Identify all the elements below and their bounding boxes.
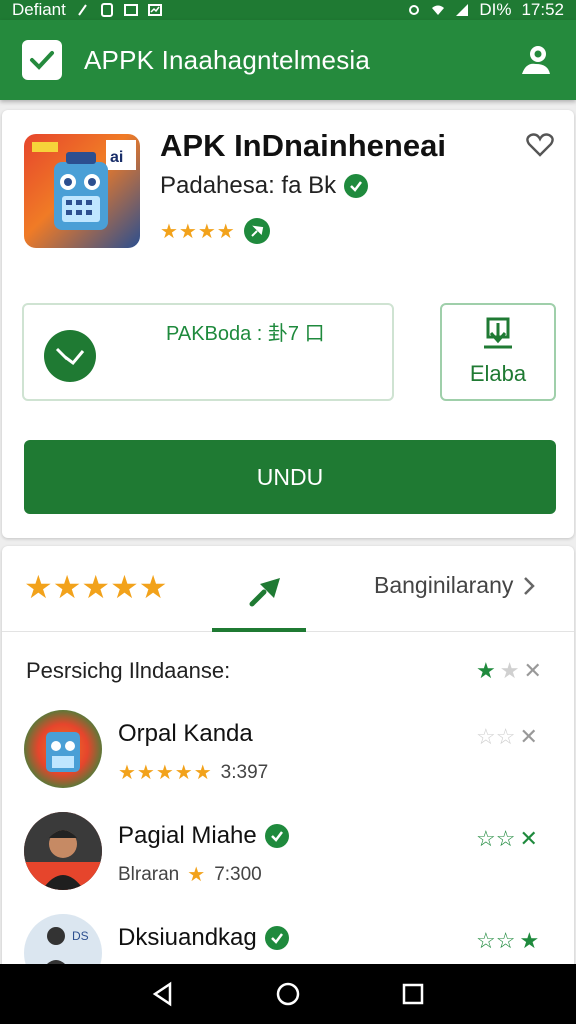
list-item[interactable]: Pagial Miahe Blraran ★ 7:300 ☆☆ ✕: [2, 808, 574, 908]
app-bar-title: APPK Inaahagntelmesia: [84, 44, 371, 75]
star-outline-icon[interactable]: ☆☆: [476, 928, 515, 954]
flag-button[interactable]: Elaba: [440, 303, 556, 401]
pin-badge-icon[interactable]: [243, 218, 270, 244]
section-heading: Pesrsichg Ilndaanse:: [26, 658, 231, 683]
item-stars: ★: [187, 864, 207, 886]
item-actions: ☆☆ ✕: [476, 826, 538, 852]
check-icon: [30, 51, 54, 70]
shield-icon: [100, 3, 113, 17]
svg-text:DS: DS: [72, 929, 89, 943]
star-icon[interactable]: ★: [476, 658, 496, 684]
download-button[interactable]: UNDU: [24, 440, 556, 514]
app-bar: APPK Inaahagntelmesia: [0, 20, 576, 100]
close-icon[interactable]: ✕: [523, 658, 541, 684]
item-name: Orpal Kanda: [118, 720, 253, 747]
clock: 17:52: [521, 0, 564, 19]
verified-icon: [264, 824, 289, 848]
item-name-row: Pagial Miahe: [118, 822, 289, 850]
carrier-label: Defiant: [12, 0, 66, 19]
rating-stars: ★★★★: [160, 220, 236, 243]
info-panel[interactable]: PAKBoda : 卦7 口: [22, 303, 394, 401]
heading-actions: ★ ★ ✕: [476, 658, 542, 684]
star-outline-icon[interactable]: ☆☆: [476, 826, 515, 852]
back-icon[interactable]: [150, 981, 176, 1007]
notification-icon: [78, 4, 87, 16]
tab-more[interactable]: Banginilarany: [374, 572, 536, 599]
app-detail-card: ai APK InDnainheneai Padahesa: fa Bk ★★★…: [2, 110, 574, 538]
tab-pin-icon[interactable]: [246, 570, 286, 610]
download-box-icon: [484, 317, 512, 349]
profile-icon[interactable]: [518, 42, 554, 78]
app-name: APK InDnainheneai: [160, 128, 446, 163]
item-actions: ☆☆ ★: [476, 928, 539, 954]
flag-label: Elaba: [469, 361, 527, 386]
item-name: Dksiuandkag: [118, 924, 257, 951]
star-outline-icon[interactable]: ★: [500, 658, 520, 684]
item-count: 7:300: [214, 863, 262, 885]
developer-row[interactable]: Padahesa: fa Bk: [160, 172, 369, 200]
verified-icon: [264, 926, 289, 950]
close-icon[interactable]: ✕: [519, 724, 537, 750]
vibrate-icon: [409, 5, 420, 15]
item-name-row: Dksiuandkag: [118, 924, 289, 952]
tab-rating[interactable]: ★★★★★: [24, 568, 167, 606]
avatar: [24, 812, 102, 890]
navigation-bar: [0, 964, 576, 1024]
item-meta: ★★★★★ 3:397: [118, 760, 268, 785]
svg-text:ai: ai: [110, 149, 123, 166]
tab-more-label: Banginilarany: [374, 572, 514, 598]
tab-indicator: [212, 628, 306, 632]
tab-bar: ★★★★★ Banginilarany: [2, 546, 574, 632]
developer-name: Padahesa: fa Bk: [160, 172, 337, 199]
item-meta: Blraran ★ 7:300: [118, 862, 262, 887]
chevron-right-icon: [524, 576, 536, 595]
info-text: PAKBoda : 卦7 口: [166, 323, 325, 345]
rating-row: ★★★★: [160, 218, 270, 244]
recents-icon[interactable]: [400, 981, 426, 1007]
item-count: 3:397: [220, 761, 269, 783]
wifi-icon: [432, 5, 445, 15]
item-name: Pagial Miahe: [118, 822, 257, 849]
status-bar: Defiant DI% 17:52: [0, 0, 576, 20]
signal-icon: [456, 4, 469, 16]
battery-label: DI%: [479, 0, 512, 19]
chart-icon: [147, 4, 162, 16]
close-icon[interactable]: ✕: [519, 826, 537, 852]
star-outline-icon[interactable]: ☆☆: [476, 724, 515, 750]
home-icon[interactable]: [275, 981, 301, 1007]
list-item[interactable]: Orpal Kanda ★★★★★ 3:397 ☆☆ ✕: [2, 706, 574, 806]
item-stars: ★★★★★: [118, 762, 213, 784]
reviews-card: ★★★★★ Banginilarany Pesrsichg Ilndaanse:…: [2, 546, 574, 992]
download-label: UNDU: [256, 463, 324, 490]
star-icon[interactable]: ★: [519, 928, 539, 954]
check-circle-icon: [44, 330, 96, 382]
favorite-heart-icon[interactable]: [526, 132, 554, 158]
avatar: [24, 710, 102, 788]
verified-icon: [344, 174, 369, 198]
image-icon: [123, 4, 138, 16]
item-actions: ☆☆ ✕: [476, 724, 538, 750]
app-logo[interactable]: [22, 40, 62, 80]
item-meta-prefix: Blraran: [118, 863, 180, 885]
app-icon: ai: [24, 134, 140, 248]
